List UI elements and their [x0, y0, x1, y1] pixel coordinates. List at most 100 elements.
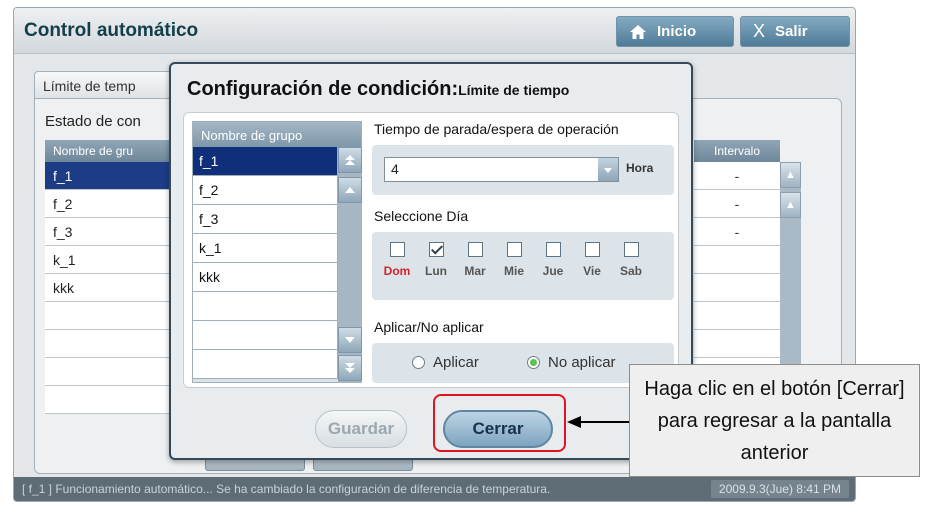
- double-chevron-up-icon: [345, 155, 355, 165]
- tiempo-select[interactable]: 4: [384, 157, 619, 182]
- day-label: Sab: [619, 264, 642, 278]
- table-row[interactable]: [45, 330, 185, 358]
- group-list-item[interactable]: [193, 350, 338, 379]
- background-group-table: Nombre de gru f_1 f_2 f_3 k_1 kkk: [45, 140, 185, 414]
- day-checkbox[interactable]: [506, 242, 522, 257]
- radio-aplicar-label: Aplicar: [433, 354, 479, 371]
- intervalo-cell: -: [694, 190, 780, 218]
- guardar-button[interactable]: Guardar: [315, 410, 407, 448]
- group-list-item[interactable]: [193, 292, 338, 321]
- group-list-scrollbar[interactable]: [338, 147, 362, 383]
- day-option-mar[interactable]: Mar: [460, 242, 490, 278]
- dia-label: Seleccione Día: [374, 208, 469, 224]
- intervalo-cell: -: [694, 162, 780, 190]
- callout-arrow: [567, 416, 630, 428]
- double-chevron-down-icon: [345, 363, 355, 373]
- intervalo-cell: -: [694, 218, 780, 246]
- group-list-item[interactable]: [193, 321, 338, 350]
- scroll-top-icon[interactable]: ▲: [780, 162, 801, 188]
- intervalo-cell: [694, 302, 780, 330]
- intervalo-cell: [694, 274, 780, 302]
- table-row[interactable]: f_2: [45, 190, 185, 218]
- scroll-down-button[interactable]: [338, 327, 362, 353]
- dialog-title: Configuración de condición:Límite de tie…: [187, 78, 569, 101]
- radio-no-aplicar[interactable]: No aplicar: [527, 354, 616, 371]
- home-icon: [630, 24, 646, 39]
- inicio-label: Inicio: [657, 23, 697, 40]
- table-header-intervalo: Intervalo: [694, 140, 780, 162]
- day-option-dom[interactable]: Dom: [382, 242, 412, 278]
- tiempo-label: Tiempo de parada/espera de operación: [374, 121, 619, 137]
- day-label: Jue: [542, 264, 564, 278]
- salir-label: Salir: [775, 23, 808, 40]
- table-row[interactable]: [45, 358, 185, 386]
- day-option-vie[interactable]: Vie: [577, 242, 607, 278]
- day-label: Lun: [425, 264, 447, 278]
- app-header: Control automático Inicio X Salir: [14, 8, 855, 54]
- intervalo-cell: [694, 330, 780, 358]
- day-checkbox[interactable]: [545, 242, 561, 257]
- group-list-item[interactable]: kkk: [193, 263, 338, 292]
- day-option-jue[interactable]: Jue: [538, 242, 568, 278]
- radio-aplicar-circle[interactable]: [412, 356, 425, 369]
- table-row[interactable]: k_1: [45, 246, 185, 274]
- tiempo-unit: Hora: [626, 161, 654, 175]
- chevron-down-icon[interactable]: [598, 158, 618, 181]
- inicio-button[interactable]: Inicio: [616, 16, 734, 47]
- salir-button[interactable]: X Salir: [740, 16, 850, 47]
- scroll-up-button[interactable]: [338, 177, 362, 203]
- callout-note: Haga clic en el botón [Cerrar] para regr…: [629, 364, 920, 477]
- status-bar: [ f_1 ] Funcionamiento automático... Se …: [14, 477, 855, 501]
- day-label: Mie: [503, 264, 524, 278]
- dialog-title-main: Configuración de condición:: [187, 78, 459, 100]
- group-list-item[interactable]: f_1: [193, 147, 338, 176]
- group-list-item[interactable]: f_3: [193, 205, 338, 234]
- chevron-down-icon: [345, 337, 355, 343]
- day-checkbox[interactable]: [623, 242, 639, 257]
- day-checkbox[interactable]: [389, 242, 405, 257]
- condition-config-dialog: Configuración de condición:Límite de tie…: [169, 62, 693, 460]
- tiempo-section: 4 Hora: [372, 145, 674, 195]
- radio-no-aplicar-circle[interactable]: [527, 356, 540, 369]
- table-row[interactable]: [45, 302, 185, 330]
- day-checkbox[interactable]: [467, 242, 483, 257]
- day-checkbox[interactable]: [428, 242, 444, 257]
- day-checkbox[interactable]: [584, 242, 600, 257]
- day-option-lun[interactable]: Lun: [421, 242, 451, 278]
- table-row[interactable]: kkk: [45, 274, 185, 302]
- aplicar-label: Aplicar/No aplicar: [374, 319, 484, 335]
- chevron-up-icon: [345, 187, 355, 193]
- dialog-content: Nombre de grupo f_1 f_2 f_3 k_1 kkk Tiempo d…: [183, 112, 679, 388]
- table-row[interactable]: f_1: [45, 162, 185, 190]
- close-icon: X: [753, 21, 766, 41]
- day-section: Dom Lun Mar Mie Jue Vie Sab: [372, 232, 674, 300]
- group-list-header: Nombre de grupo: [193, 122, 361, 147]
- day-label: Vie: [583, 264, 601, 278]
- day-label: Dom: [383, 264, 411, 278]
- estado-label: Estado de con: [45, 113, 141, 130]
- scroll-up-icon[interactable]: ▲: [780, 192, 801, 218]
- group-list-item[interactable]: k_1: [193, 234, 338, 263]
- tiempo-value: 4: [391, 161, 399, 177]
- table-header-group: Nombre de gru: [45, 140, 185, 162]
- background-scrollbar[interactable]: ▲ ▲: [780, 162, 801, 386]
- radio-aplicar[interactable]: Aplicar: [412, 354, 479, 371]
- cerrar-highlight-box: [433, 394, 566, 452]
- day-option-mie[interactable]: Mie: [499, 242, 529, 278]
- page-title: Control automático: [24, 20, 199, 41]
- tab-limite-temperatura[interactable]: Límite de temp: [34, 71, 184, 99]
- day-option-sab[interactable]: Sab: [616, 242, 646, 278]
- group-list-rows: f_1 f_2 f_3 k_1 kkk: [193, 147, 338, 379]
- radio-no-aplicar-label: No aplicar: [548, 354, 616, 371]
- intervalo-cell: [694, 246, 780, 274]
- dialog-title-sub: Límite de tiempo: [458, 82, 570, 98]
- status-datetime: 2009.9.3(Jue) 8:41 PM: [710, 480, 849, 498]
- day-label: Mar: [464, 264, 486, 278]
- table-row[interactable]: f_3: [45, 218, 185, 246]
- scroll-bottom-button[interactable]: [338, 355, 362, 381]
- group-list: Nombre de grupo f_1 f_2 f_3 k_1 kkk: [192, 121, 362, 383]
- status-message: [ f_1 ] Funcionamiento automático... Se …: [22, 482, 551, 496]
- table-row[interactable]: [45, 386, 185, 414]
- scroll-top-button[interactable]: [338, 147, 362, 173]
- group-list-item[interactable]: f_2: [193, 176, 338, 205]
